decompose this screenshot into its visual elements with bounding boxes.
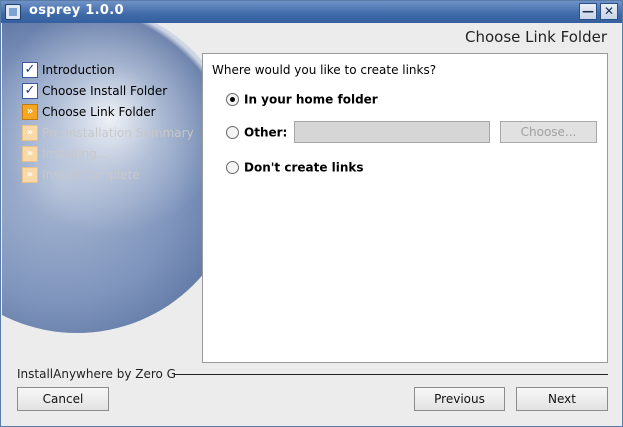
- close-button[interactable]: ✕: [600, 3, 618, 20]
- option-label: In your home folder: [244, 92, 378, 107]
- next-button[interactable]: Next: [516, 387, 608, 411]
- checkbox-checked-icon: ✓: [22, 62, 38, 78]
- page-title: Choose Link Folder: [465, 28, 607, 46]
- footer-divider: [174, 374, 608, 375]
- vendor-label: InstallAnywhere by Zero G: [17, 367, 176, 381]
- step-install-complete: » Install Complete: [20, 166, 194, 187]
- app-icon: [5, 4, 21, 20]
- radio-button-icon[interactable]: [226, 126, 239, 139]
- arrow-right-icon: »: [22, 125, 38, 141]
- checkbox-checked-icon: ✓: [22, 83, 38, 99]
- step-introduction: ✓ Introduction: [20, 61, 194, 82]
- cancel-button[interactable]: Cancel: [17, 387, 109, 411]
- arrow-right-icon: »: [22, 146, 38, 162]
- choose-button[interactable]: Choose...: [500, 121, 597, 143]
- option-other[interactable]: Other:: [226, 123, 287, 141]
- step-label: Install Complete: [42, 168, 140, 182]
- arrow-right-icon: »: [22, 167, 38, 183]
- step-label: Choose Link Folder: [42, 105, 156, 119]
- step-label: Installing...: [42, 147, 109, 161]
- title-bar[interactable]: osprey 1.0.0 — ✕: [1, 1, 622, 23]
- option-dont-create-links[interactable]: Don't create links: [226, 158, 364, 176]
- step-choose-link-folder: » Choose Link Folder: [20, 103, 194, 124]
- arrow-right-icon: »: [22, 104, 38, 120]
- step-choose-install-folder: ✓ Choose Install Folder: [20, 82, 194, 103]
- step-label: Introduction: [42, 63, 115, 77]
- previous-button[interactable]: Previous: [414, 387, 505, 411]
- radio-button-icon[interactable]: [226, 93, 239, 106]
- installer-window: osprey 1.0.0 — ✕ Choose Link Folder ✓ In…: [0, 0, 623, 427]
- question-label: Where would you like to create links?: [212, 63, 437, 77]
- step-installing: » Installing...: [20, 145, 194, 166]
- step-label: Pre-Installation Summary: [42, 126, 194, 140]
- content-panel: Where would you like to create links? In…: [202, 53, 608, 363]
- steps-list: ✓ Introduction ✓ Choose Install Folder »…: [20, 61, 194, 187]
- option-label: Don't create links: [244, 160, 364, 175]
- window-title: osprey 1.0.0: [29, 3, 124, 18]
- step-label: Choose Install Folder: [42, 84, 168, 98]
- minimize-button[interactable]: —: [579, 3, 597, 20]
- radio-button-icon[interactable]: [226, 161, 239, 174]
- step-pre-installation-summary: » Pre-Installation Summary: [20, 124, 194, 145]
- option-home-folder[interactable]: In your home folder: [226, 90, 378, 108]
- installer-body: Choose Link Folder ✓ Introduction ✓ Choo…: [2, 23, 621, 426]
- option-label: Other:: [244, 125, 288, 140]
- other-path-field[interactable]: [294, 121, 490, 143]
